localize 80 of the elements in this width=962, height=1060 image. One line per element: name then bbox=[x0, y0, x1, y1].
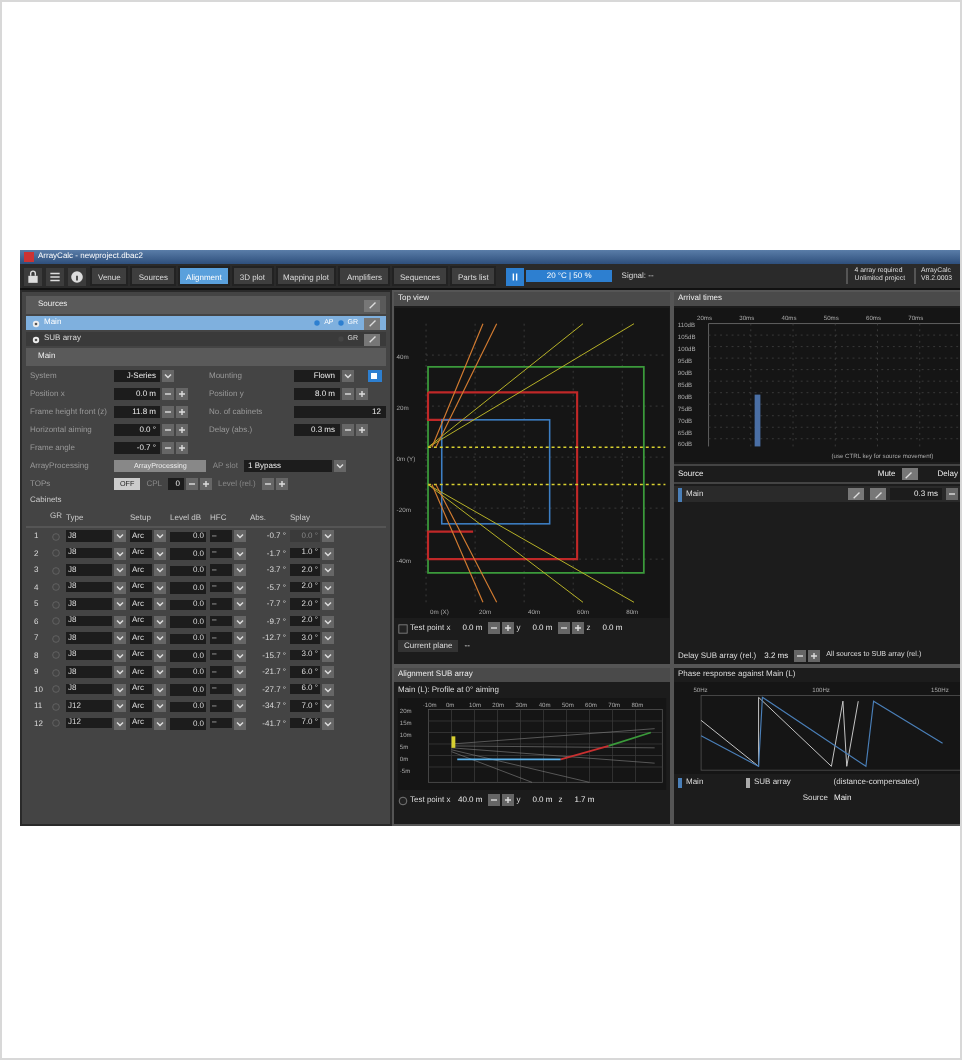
dropdown-button[interactable] bbox=[322, 717, 334, 730]
menu-icon[interactable] bbox=[46, 267, 64, 285]
status-dot-icon bbox=[314, 320, 321, 326]
dropdown-button[interactable] bbox=[154, 598, 166, 611]
dropdown-button[interactable] bbox=[322, 564, 334, 577]
dropdown-button[interactable] bbox=[162, 370, 174, 382]
dropdown-button[interactable] bbox=[322, 666, 334, 679]
dropdown-button[interactable] bbox=[322, 530, 334, 543]
dropdown-button[interactable] bbox=[234, 700, 246, 713]
dropdown-button[interactable] bbox=[234, 530, 246, 543]
radio-button[interactable] bbox=[398, 795, 408, 805]
dropdown-button[interactable] bbox=[154, 530, 166, 543]
dropdown-button[interactable] bbox=[114, 615, 126, 628]
dropdown-button[interactable] bbox=[234, 564, 246, 577]
edit-icon[interactable] bbox=[901, 468, 918, 480]
dropdown-button[interactable] bbox=[114, 700, 126, 713]
dropdown-button[interactable] bbox=[341, 370, 353, 382]
dropdown-button[interactable] bbox=[234, 547, 246, 560]
legend-swatch bbox=[745, 777, 750, 787]
dropdown-button[interactable] bbox=[154, 564, 166, 577]
minus-button[interactable] bbox=[488, 622, 501, 634]
source-marker bbox=[678, 487, 682, 501]
dropdown-button[interactable] bbox=[154, 683, 166, 696]
lock-icon[interactable] bbox=[24, 267, 42, 285]
dropdown-button[interactable] bbox=[322, 598, 334, 611]
dropdown-button[interactable] bbox=[234, 666, 246, 679]
dropdown-button[interactable] bbox=[322, 581, 334, 594]
dropdown-button[interactable] bbox=[322, 632, 334, 645]
dropdown-button[interactable] bbox=[322, 649, 334, 662]
minus-button[interactable] bbox=[261, 478, 274, 490]
dropdown-button[interactable] bbox=[234, 649, 246, 662]
checkbox[interactable] bbox=[398, 623, 408, 633]
dropdown-button[interactable] bbox=[154, 581, 166, 594]
dropdown-button[interactable] bbox=[114, 649, 126, 662]
plus-button[interactable] bbox=[502, 794, 515, 806]
plus-button[interactable] bbox=[355, 388, 367, 400]
dropdown-button[interactable] bbox=[154, 615, 166, 628]
dropdown-button[interactable] bbox=[154, 547, 166, 560]
minus-button[interactable] bbox=[488, 794, 501, 806]
minus-button[interactable] bbox=[185, 478, 198, 490]
plus-button[interactable] bbox=[502, 622, 515, 634]
dropdown-button[interactable] bbox=[114, 547, 126, 560]
dropdown-button[interactable] bbox=[114, 632, 126, 645]
dropdown-button[interactable] bbox=[114, 683, 126, 696]
dropdown-button[interactable] bbox=[114, 530, 126, 543]
dropdown-button[interactable] bbox=[322, 683, 334, 696]
dropdown-button[interactable] bbox=[154, 700, 166, 713]
dropdown-button[interactable] bbox=[154, 649, 166, 662]
plus-button[interactable] bbox=[355, 424, 367, 436]
dropdown-button[interactable] bbox=[114, 581, 126, 594]
dropdown-button[interactable] bbox=[234, 632, 246, 645]
plus-button[interactable] bbox=[275, 478, 288, 490]
dropdown-button[interactable] bbox=[154, 666, 166, 679]
dropdown-button[interactable] bbox=[333, 460, 346, 472]
dropdown-button[interactable] bbox=[234, 581, 246, 594]
edit-icon[interactable] bbox=[364, 333, 380, 345]
dropdown-button[interactable] bbox=[322, 615, 334, 628]
dropdown-button[interactable] bbox=[114, 564, 126, 577]
plus-button[interactable] bbox=[572, 622, 585, 634]
plus-button[interactable] bbox=[199, 478, 212, 490]
dropdown-button[interactable] bbox=[234, 598, 246, 611]
dropdown-button[interactable] bbox=[114, 598, 126, 611]
dropdown-button[interactable] bbox=[234, 615, 246, 628]
pause-icon[interactable] bbox=[506, 267, 525, 285]
minus-button[interactable] bbox=[558, 622, 571, 634]
minus-button[interactable] bbox=[341, 424, 353, 436]
app-icon bbox=[24, 252, 34, 262]
plus-button[interactable] bbox=[808, 650, 821, 662]
dropdown-button[interactable] bbox=[154, 717, 166, 730]
dropdown-button[interactable] bbox=[322, 700, 334, 713]
dropdown-button[interactable] bbox=[322, 547, 334, 560]
dropdown-button[interactable] bbox=[234, 717, 246, 730]
info-icon[interactable] bbox=[68, 267, 86, 285]
dropdown-button[interactable] bbox=[114, 717, 126, 730]
minus-button[interactable] bbox=[794, 650, 807, 662]
dropdown-button[interactable] bbox=[114, 666, 126, 679]
minus-button[interactable] bbox=[341, 388, 353, 400]
dropdown-button[interactable] bbox=[234, 683, 246, 696]
dropdown-button[interactable] bbox=[154, 632, 166, 645]
status-dot-icon bbox=[337, 320, 344, 326]
